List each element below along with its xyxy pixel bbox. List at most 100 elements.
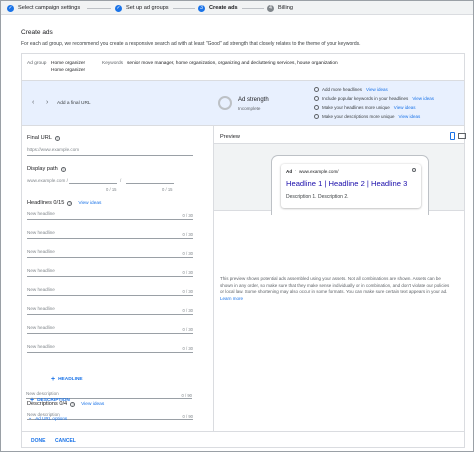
step-billing[interactable]: 4 Billing <box>267 4 293 12</box>
add-headline-button[interactable]: + HEADLINE <box>51 376 83 383</box>
suggestion-item: Include popular keywords in your headlin… <box>314 95 434 102</box>
headline-input[interactable]: New headline 0 / 30 <box>27 343 193 353</box>
keywords-label: Keywords <box>102 61 124 66</box>
add-headline-label: HEADLINE <box>58 377 83 382</box>
headline-count: 0 / 30 <box>182 289 193 294</box>
mobile-preview-icon[interactable] <box>450 132 455 140</box>
preview-stage: Ad · www.example.com/ Headline 1 | Headl… <box>214 143 464 215</box>
view-ideas-link[interactable]: View ideas <box>394 105 416 110</box>
headline-input[interactable]: New headline 0 / 30 <box>27 229 193 239</box>
ad-strength-title: Ad strength <box>238 97 269 103</box>
step-create-ads[interactable]: 3 Create ads <box>198 4 238 12</box>
ad-group-value[interactable]: Home organizer <box>51 61 85 66</box>
headlines-label: Headlines 0/15 <box>27 200 65 206</box>
headline-input[interactable]: New headline 0 / 30 <box>27 267 193 277</box>
learn-more-link[interactable]: Learn more <box>220 296 243 301</box>
radio-icon <box>314 105 319 110</box>
suggestion-text: Add more headlines <box>322 87 363 92</box>
path2-input[interactable] <box>126 183 174 184</box>
headline-placeholder: New headline <box>27 249 55 254</box>
headline-input[interactable]: New headline 0 / 30 <box>27 248 193 258</box>
step-campaign-settings[interactable]: ✓ Select campaign settings <box>7 4 80 12</box>
headline-count: 0 / 30 <box>182 251 193 256</box>
display-path-prefix: www.example.com / <box>27 178 68 183</box>
view-ideas-link[interactable]: View ideas <box>366 87 388 92</box>
card-footer: DONE CANCEL <box>22 431 464 448</box>
separator-dot: · <box>295 168 297 173</box>
ad-group-label: Ad group <box>27 61 47 66</box>
descriptions-view-ideas-link[interactable]: View ideas <box>81 402 104 407</box>
headline-placeholder: New headline <box>27 211 55 216</box>
add-final-url-text: Add a final URL <box>57 101 91 106</box>
step-label: Create ads <box>209 5 238 11</box>
step-label: Billing <box>278 5 293 11</box>
ad-strength-band: ‹ › Add a final URL Ad strength Incomple… <box>22 81 464 126</box>
display-path-separator: / <box>120 178 122 183</box>
display-path-label: Display path <box>27 166 58 172</box>
ad-strength-status: Incomplete <box>238 106 261 111</box>
suggestion-item: Make your headlines more unique View ide… <box>314 104 415 111</box>
suggestion-text: Include popular keywords in your headlin… <box>322 96 409 101</box>
preview-title: Preview <box>220 134 240 140</box>
campaign-stepper: ✓ Select campaign settings ✓ Set up ad g… <box>1 1 473 15</box>
help-icon[interactable]: ? <box>67 200 73 206</box>
headline-placeholder: New headline <box>27 325 55 330</box>
page-description: For each ad group, we recommend you crea… <box>21 41 361 47</box>
step-divider <box>87 8 111 9</box>
headline-input[interactable]: New headline 0 / 30 <box>27 324 193 334</box>
ad-strength-ring-icon <box>218 96 232 110</box>
headline-input[interactable]: New headline 0 / 30 <box>27 286 193 296</box>
headline-count: 0 / 30 <box>182 308 193 313</box>
app-frame: ✓ Select campaign settings ✓ Set up ad g… <box>0 0 474 452</box>
path1-input[interactable] <box>69 183 117 184</box>
headline-count: 0 / 30 <box>182 327 193 332</box>
add-description-button[interactable]: + DESCRIPTION <box>30 397 70 404</box>
ad-badge: Ad <box>286 169 293 174</box>
suggestion-text: Make your headlines more unique <box>322 105 390 110</box>
info-icon <box>412 168 416 172</box>
suggestion-item: Add more headlines View ideas <box>314 86 388 93</box>
ad-group-value: Home organizer <box>51 68 86 73</box>
ad-editor-card: Ad group Home organizer Home organizer K… <box>21 53 466 448</box>
ad-preview-card: Ad · www.example.com/ Headline 1 | Headl… <box>281 164 421 208</box>
step-divider <box>173 8 195 9</box>
radio-icon <box>314 87 319 92</box>
path2-count: 0 / 15 <box>162 187 173 192</box>
help-icon[interactable]: ? <box>60 166 66 172</box>
ad-headline: Headline 1 | Headline 2 | Headline 3 <box>286 179 408 188</box>
step-divider <box>242 8 264 9</box>
help-icon[interactable]: ? <box>70 401 76 407</box>
done-button[interactable]: DONE <box>31 438 45 444</box>
suggestion-item: Make your descriptions more unique View … <box>314 113 420 120</box>
ad-preview-panel: Preview Ad · www.example.com/ Headline 1… <box>214 126 466 431</box>
headline-placeholder: New headline <box>27 287 55 292</box>
ad-description: Description 1. Description 2. <box>286 194 349 200</box>
step-ad-groups[interactable]: ✓ Set up ad groups <box>115 4 169 12</box>
check-icon: ✓ <box>7 4 14 12</box>
chevron-right-icon[interactable]: › <box>46 99 48 106</box>
help-icon[interactable]: ? <box>54 135 60 141</box>
headline-count: 0 / 30 <box>182 270 193 275</box>
headline-input[interactable]: New headline 0 / 30 <box>27 210 193 220</box>
display-path-title: Display path ? <box>27 166 66 172</box>
page-title: Create ads <box>21 29 53 36</box>
final-url-placeholder: https://www.example.com <box>27 147 80 152</box>
cancel-button[interactable]: CANCEL <box>55 438 76 444</box>
headline-input[interactable]: New headline 0 / 30 <box>27 305 193 315</box>
desktop-preview-icon[interactable] <box>458 133 466 139</box>
preview-note: This preview shows potential ads assembl… <box>220 276 454 302</box>
view-ideas-link[interactable]: View ideas <box>412 96 434 101</box>
final-url-title: Final URL ? <box>27 135 60 141</box>
chevron-left-icon[interactable]: ‹ <box>32 99 34 106</box>
final-url-input[interactable]: https://www.example.com <box>27 146 193 156</box>
headlines-title: Headlines 0/15 ? View ideas <box>27 200 101 206</box>
headlines-view-ideas-link[interactable]: View ideas <box>78 201 101 206</box>
step-label: Select campaign settings <box>18 5 81 11</box>
preview-note-text: This preview shows potential ads assembl… <box>220 276 450 295</box>
headline-count: 0 / 30 <box>182 346 193 351</box>
step-number: 4 <box>267 4 274 12</box>
radio-icon <box>314 114 319 119</box>
view-ideas-link[interactable]: View ideas <box>399 114 421 119</box>
step-number: 3 <box>198 4 205 12</box>
ad-url-options-toggle[interactable]: ⌄ Ad URL options <box>28 415 67 421</box>
